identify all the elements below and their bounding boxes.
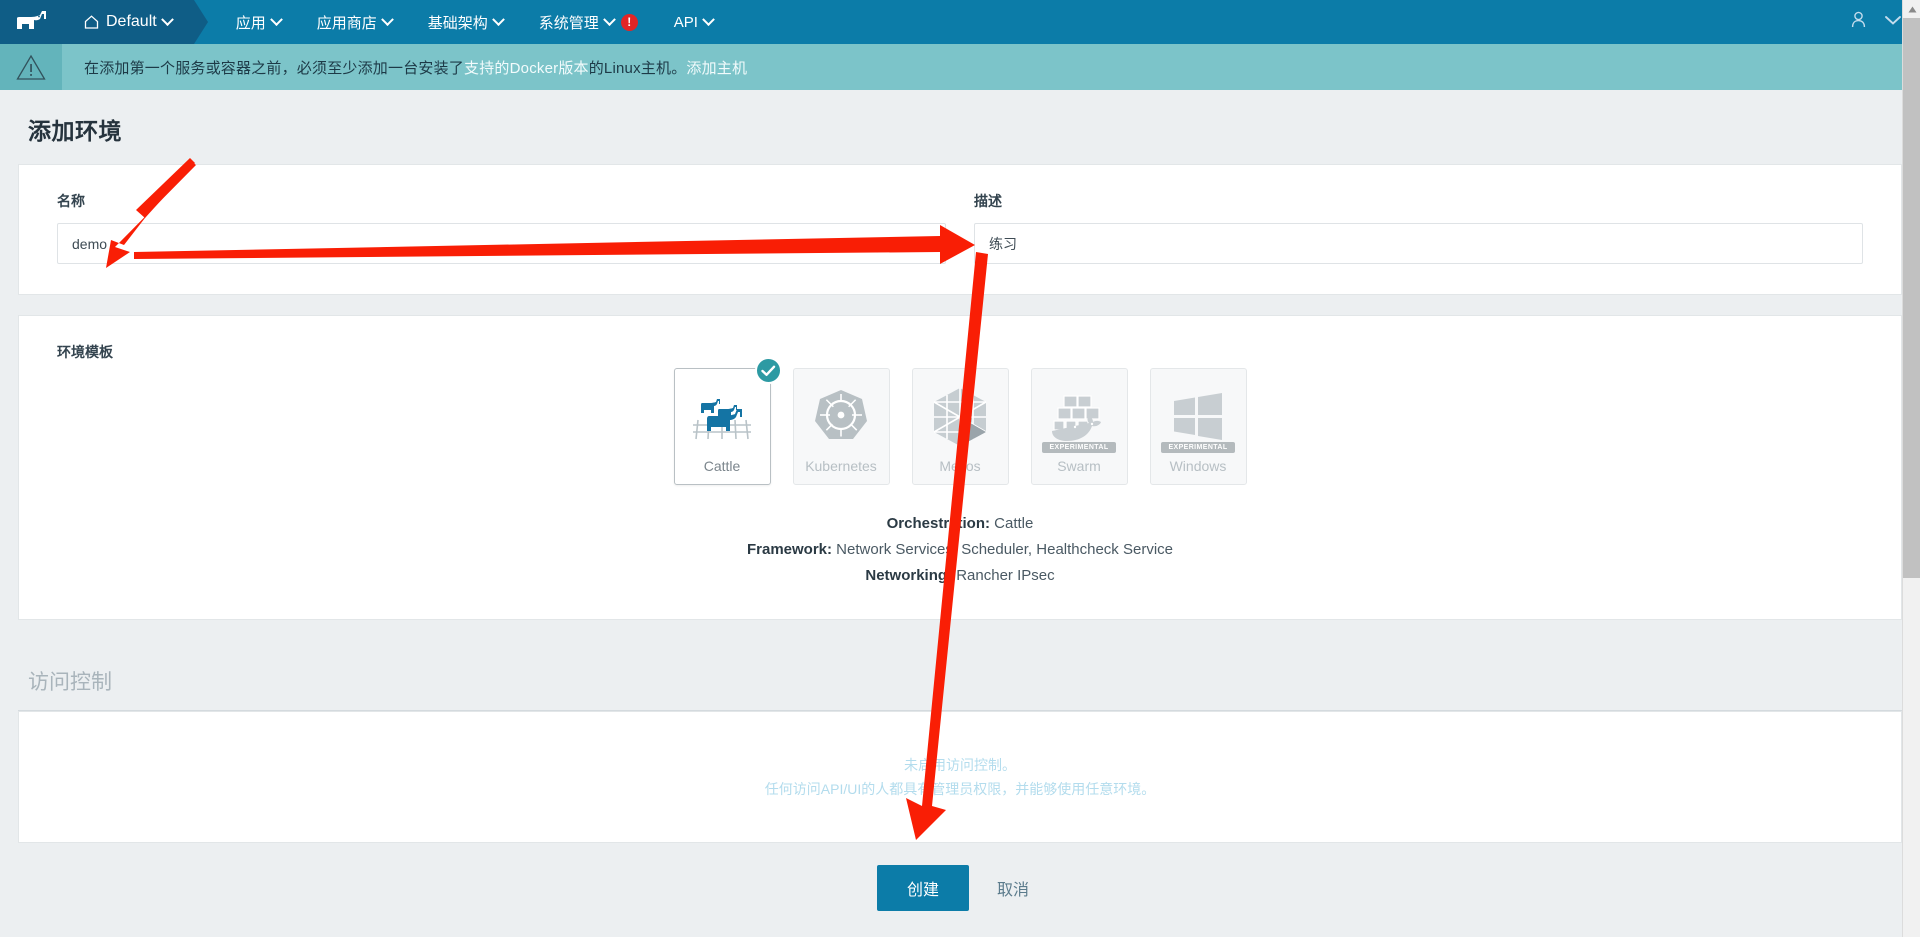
environment-selector[interactable]: Default	[70, 0, 208, 44]
orchestration-line: Orchestration: Cattle	[747, 511, 1173, 537]
nav-menu: 应用 应用商店 基础架构 系统管理 ! API	[218, 0, 731, 44]
notice-text-before: 在添加第一个服务或容器之前，必须至少添加一台安装了	[84, 59, 465, 77]
template-option-windows[interactable]: EXPERIMENTAL Windows	[1149, 368, 1247, 485]
notice-text-middle: 的Linux主机。	[588, 59, 687, 77]
nav-item-label: API	[673, 13, 698, 31]
framework-line: Framework: Network Services, Scheduler, …	[747, 537, 1173, 563]
environment-template-label: 环境模板	[57, 344, 113, 360]
template-option-cattle[interactable]: Cattle	[673, 357, 782, 485]
access-control-line-2: 任何访问API/UI的人都具有管理员权限，并能够使用任意环境。	[764, 781, 1156, 797]
networking-line: Networking: Rancher IPsec	[747, 563, 1173, 589]
template-list: Cattle Kubernetes Mesos EXPERIMENTAL Swa…	[673, 357, 1247, 485]
networking-value: Rancher IPsec	[952, 567, 1055, 584]
environment-name: Default	[106, 13, 157, 30]
chevron-down-icon	[160, 12, 174, 26]
access-control-card: 未启用访问控制。 任何访问API/UI的人都具有管理员权限，并能够使用任意环境。	[18, 711, 1902, 843]
chevron-down-icon	[491, 12, 505, 26]
template-name: Cattle	[703, 458, 741, 474]
nav-item-api[interactable]: API	[656, 0, 731, 44]
nav-item-label: 系统管理	[538, 14, 599, 32]
template-name: Mesos	[939, 458, 981, 474]
page-content: 添加环境 名称 描述 环境模板	[0, 90, 1920, 937]
nav-item-label: 应用	[235, 14, 266, 32]
framework-value: Network Services, Scheduler, Healthcheck…	[832, 541, 1173, 558]
chevron-down-icon	[602, 12, 616, 26]
user-avatar-icon[interactable]	[1849, 10, 1868, 34]
docker-host-notice-bar: 在添加第一个服务或容器之前，必须至少添加一台安装了 支持的Docker版本 的Li…	[0, 44, 1920, 90]
check-circle-icon	[754, 357, 782, 384]
page-scrollbar[interactable]	[1902, 0, 1920, 937]
nav-item-applications[interactable]: 应用	[218, 0, 299, 44]
template-name: Kubernetes	[805, 458, 877, 474]
docker-swarm-icon	[1048, 383, 1110, 451]
template-name: Windows	[1169, 458, 1227, 474]
networking-label: Networking:	[865, 567, 953, 584]
warning-triangle-icon	[0, 44, 62, 90]
cattle-icon	[689, 383, 755, 451]
description-field-group: 描述	[974, 191, 1863, 264]
environment-template-card: 环境模板 Cattle Kubernetes Mesos EXPERIMENTA…	[18, 315, 1902, 620]
user-menu-chevron-down-icon[interactable]	[1884, 13, 1902, 31]
top-navbar: Default 应用 应用商店 基础架构 系统管理 ! API	[0, 0, 1920, 44]
windows-icon	[1171, 383, 1225, 451]
template-info: Orchestration: Cattle Framework: Network…	[747, 511, 1173, 589]
description-label: 描述	[974, 193, 1002, 209]
description-input[interactable]	[974, 223, 1863, 264]
form-actions: 创建 取消	[18, 865, 1902, 937]
access-control-heading: 访问控制	[18, 640, 1902, 711]
page-title: 添加环境	[28, 118, 122, 144]
nav-item-label: 基础架构	[427, 14, 488, 32]
chevron-down-icon	[269, 12, 283, 26]
name-description-row: 名称 描述	[57, 191, 1863, 264]
environment-form-card: 名称 描述	[18, 164, 1902, 295]
experimental-tag: EXPERIMENTAL	[1161, 442, 1235, 453]
supported-docker-version-link[interactable]: 支持的Docker版本	[464, 57, 589, 78]
framework-label: Framework:	[746, 541, 833, 558]
scrollbar-thumb[interactable]	[1903, 18, 1920, 578]
mesos-icon	[931, 383, 989, 451]
template-option-kubernetes[interactable]: Kubernetes	[792, 368, 890, 485]
home-icon	[84, 15, 99, 29]
nav-item-catalog[interactable]: 应用商店	[299, 0, 410, 44]
nav-item-infrastructure[interactable]: 基础架构	[410, 0, 521, 44]
template-option-swarm[interactable]: EXPERIMENTAL Swarm	[1030, 368, 1128, 485]
alert-badge-icon: !	[620, 13, 638, 31]
add-host-link[interactable]: 添加主机	[686, 57, 747, 78]
orchestration-label: Orchestration:	[886, 515, 990, 532]
orchestration-value: Cattle	[989, 515, 1034, 532]
name-field-group: 名称	[57, 191, 946, 264]
nav-item-label: 应用商店	[316, 14, 377, 32]
cancel-button[interactable]: 取消	[983, 865, 1043, 911]
notice-message: 在添加第一个服务或容器之前，必须至少添加一台安装了 支持的Docker版本 的Li…	[62, 44, 747, 90]
kubernetes-helm-icon	[812, 383, 870, 451]
rancher-logo[interactable]	[0, 0, 70, 44]
rancher-cow-logo-icon	[17, 11, 46, 29]
chevron-down-icon	[702, 12, 715, 26]
access-control-line-1: 未启用访问控制。	[904, 757, 1016, 773]
name-input[interactable]	[57, 223, 946, 264]
nav-item-admin[interactable]: 系统管理 !	[521, 0, 656, 44]
chevron-down-icon	[380, 12, 394, 26]
scroll-up-arrow-icon[interactable]	[1903, 0, 1920, 18]
template-option-mesos[interactable]: Mesos	[911, 368, 1009, 485]
template-name: Swarm	[1057, 458, 1101, 474]
template-picker: Cattle Kubernetes Mesos EXPERIMENTAL Swa…	[57, 357, 1863, 589]
create-button[interactable]: 创建	[876, 865, 969, 911]
name-label: 名称	[57, 193, 85, 209]
experimental-tag: EXPERIMENTAL	[1042, 442, 1116, 453]
